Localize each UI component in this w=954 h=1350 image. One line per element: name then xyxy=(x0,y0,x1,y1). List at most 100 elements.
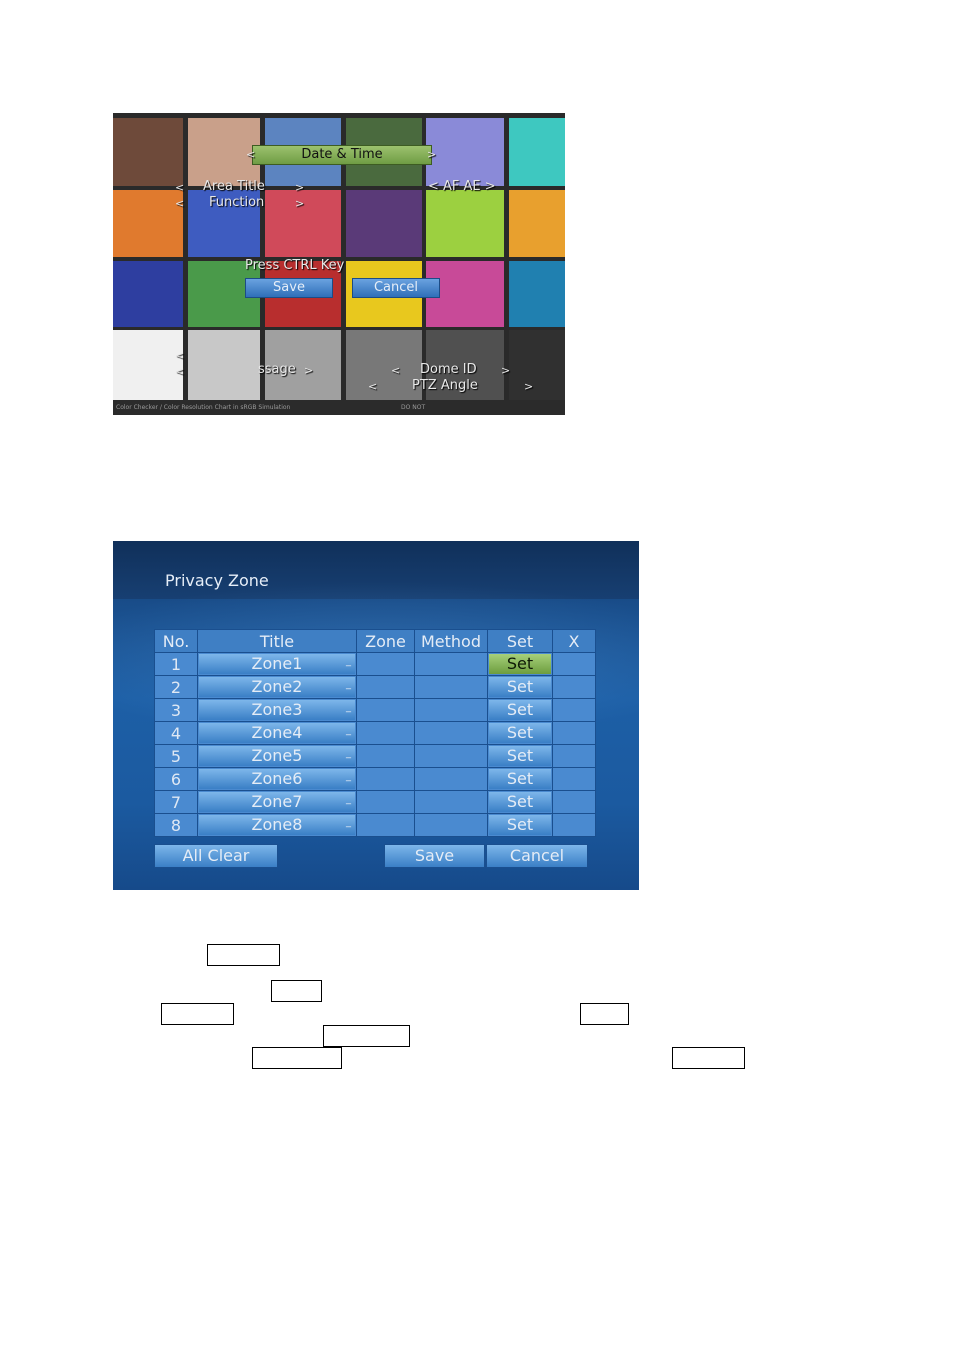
method-cell xyxy=(414,675,488,699)
zone-title-cell: Zone8 _ xyxy=(197,813,357,837)
text-cursor: _ xyxy=(346,725,351,736)
lower-left-arrow-1[interactable]: < xyxy=(175,349,184,362)
table-row: 8 Zone8 _ Set xyxy=(154,813,596,837)
set-button[interactable]: Set xyxy=(489,654,551,674)
header-zone: Zone xyxy=(356,629,415,653)
function-right-arrow[interactable]: > xyxy=(295,197,304,210)
text-cursor: _ xyxy=(346,679,351,690)
zone-cell xyxy=(356,790,415,814)
menu-left-arrow[interactable]: < xyxy=(175,181,184,194)
x-cell[interactable] xyxy=(552,675,596,699)
menu-item-area-title[interactable]: Area Title xyxy=(203,179,265,194)
set-cell: Set xyxy=(487,767,553,791)
method-cell xyxy=(414,652,488,676)
zone-title-input[interactable]: Zone5 _ xyxy=(199,746,355,766)
color-swatch xyxy=(509,261,565,327)
set-button[interactable]: Set xyxy=(489,700,551,720)
set-button[interactable]: Set xyxy=(489,769,551,789)
method-cell xyxy=(414,813,488,837)
text-cursor: _ xyxy=(346,748,351,759)
color-swatch xyxy=(509,118,565,186)
all-clear-button[interactable]: All Clear xyxy=(154,844,278,868)
set-cell: Set xyxy=(487,744,553,768)
zone-cell xyxy=(356,744,415,768)
save-button[interactable]: Save xyxy=(384,844,485,868)
set-button[interactable]: Set xyxy=(489,746,551,766)
dialog-title: Privacy Zone xyxy=(165,571,269,590)
dome-id-left-arrow[interactable]: < xyxy=(391,364,400,377)
menu-item-function[interactable]: Function xyxy=(209,195,264,210)
set-button[interactable]: Set xyxy=(489,792,551,812)
method-cell xyxy=(414,698,488,722)
header-method: Method xyxy=(414,629,488,653)
table-row: 4 Zone4 _ Set xyxy=(154,721,596,745)
zone-title-input[interactable]: Zone1 _ xyxy=(199,654,355,674)
ptz-left-arrow[interactable]: < xyxy=(368,380,377,393)
ref-box-2 xyxy=(271,980,322,1002)
ref-box-1 xyxy=(207,944,280,966)
zone-cell xyxy=(356,813,415,837)
menu-item-dome-id[interactable]: Dome ID xyxy=(420,362,477,377)
row-number: 7 xyxy=(154,790,198,814)
zone-title-cell: Zone5 _ xyxy=(197,744,357,768)
menu-item-message[interactable]: ssage xyxy=(258,362,296,377)
title-left-arrow[interactable]: < xyxy=(246,148,255,161)
cancel-button[interactable]: Cancel xyxy=(352,278,440,298)
zone-title-cell: Zone6 _ xyxy=(197,767,357,791)
color-swatch xyxy=(346,190,422,257)
text-cursor: _ xyxy=(346,702,351,713)
set-button[interactable]: Set xyxy=(489,815,551,835)
zone-title-cell: Zone1 _ xyxy=(197,652,357,676)
zone-title-text: Zone4 xyxy=(251,723,303,742)
text-cursor: _ xyxy=(346,817,351,828)
x-cell[interactable] xyxy=(552,652,596,676)
header-x: X xyxy=(552,629,596,653)
zone-title-input[interactable]: Zone4 _ xyxy=(199,723,355,743)
x-cell[interactable] xyxy=(552,698,596,722)
zone-title-input[interactable]: Zone6 _ xyxy=(199,769,355,789)
zone-title-text: Zone7 xyxy=(251,792,303,811)
lower-left-arrow-2[interactable]: < xyxy=(175,365,184,378)
x-cell[interactable] xyxy=(552,790,596,814)
row-number: 6 xyxy=(154,767,198,791)
row-number: 8 xyxy=(154,813,198,837)
x-cell[interactable] xyxy=(552,767,596,791)
ref-box-5 xyxy=(323,1025,410,1047)
cancel-button[interactable]: Cancel xyxy=(486,844,588,868)
header-title: Title xyxy=(197,629,357,653)
x-cell[interactable] xyxy=(552,721,596,745)
ptz-right-arrow[interactable]: > xyxy=(524,380,533,393)
menu-item-af-ae[interactable]: < AF AE > xyxy=(428,179,496,194)
function-left-arrow[interactable]: < xyxy=(175,197,184,210)
color-swatch xyxy=(113,261,183,327)
row-number: 3 xyxy=(154,698,198,722)
table-row: 7 Zone7 _ Set xyxy=(154,790,596,814)
menu-right-arrow[interactable]: > xyxy=(295,181,304,194)
save-button[interactable]: Save xyxy=(245,278,333,298)
title-right-arrow[interactable]: > xyxy=(427,148,436,161)
chart-caption: Color Checker / Color Resolution Chart i… xyxy=(113,400,565,415)
header-no: No. xyxy=(154,629,198,653)
osd-title-bar[interactable]: Date & Time xyxy=(252,145,432,165)
table-row: 2 Zone2 _ Set xyxy=(154,675,596,699)
table-header-row: No. Title Zone Method Set X xyxy=(154,629,596,653)
row-number: 5 xyxy=(154,744,198,768)
menu-item-ptz-angle[interactable]: PTZ Angle xyxy=(412,378,478,393)
x-cell[interactable] xyxy=(552,813,596,837)
row-number: 2 xyxy=(154,675,198,699)
zone-title-input[interactable]: Zone2 _ xyxy=(199,677,355,697)
set-button[interactable]: Set xyxy=(489,723,551,743)
zone-title-input[interactable]: Zone8 _ xyxy=(199,815,355,835)
color-swatch xyxy=(426,118,504,186)
set-button[interactable]: Set xyxy=(489,677,551,697)
ctrl-key-prompt: Press CTRL Key xyxy=(245,258,345,273)
zone-title-input[interactable]: Zone3 _ xyxy=(199,700,355,720)
zone-title-text: Zone3 xyxy=(251,700,303,719)
table-row: 1 Zone1 _ Set xyxy=(154,652,596,676)
message-right-arrow[interactable]: > xyxy=(304,364,313,377)
zone-cell xyxy=(356,652,415,676)
x-cell[interactable] xyxy=(552,744,596,768)
zone-title-input[interactable]: Zone7 _ xyxy=(199,792,355,812)
zone-title-text: Zone2 xyxy=(251,677,303,696)
dome-id-right-arrow[interactable]: > xyxy=(501,364,510,377)
